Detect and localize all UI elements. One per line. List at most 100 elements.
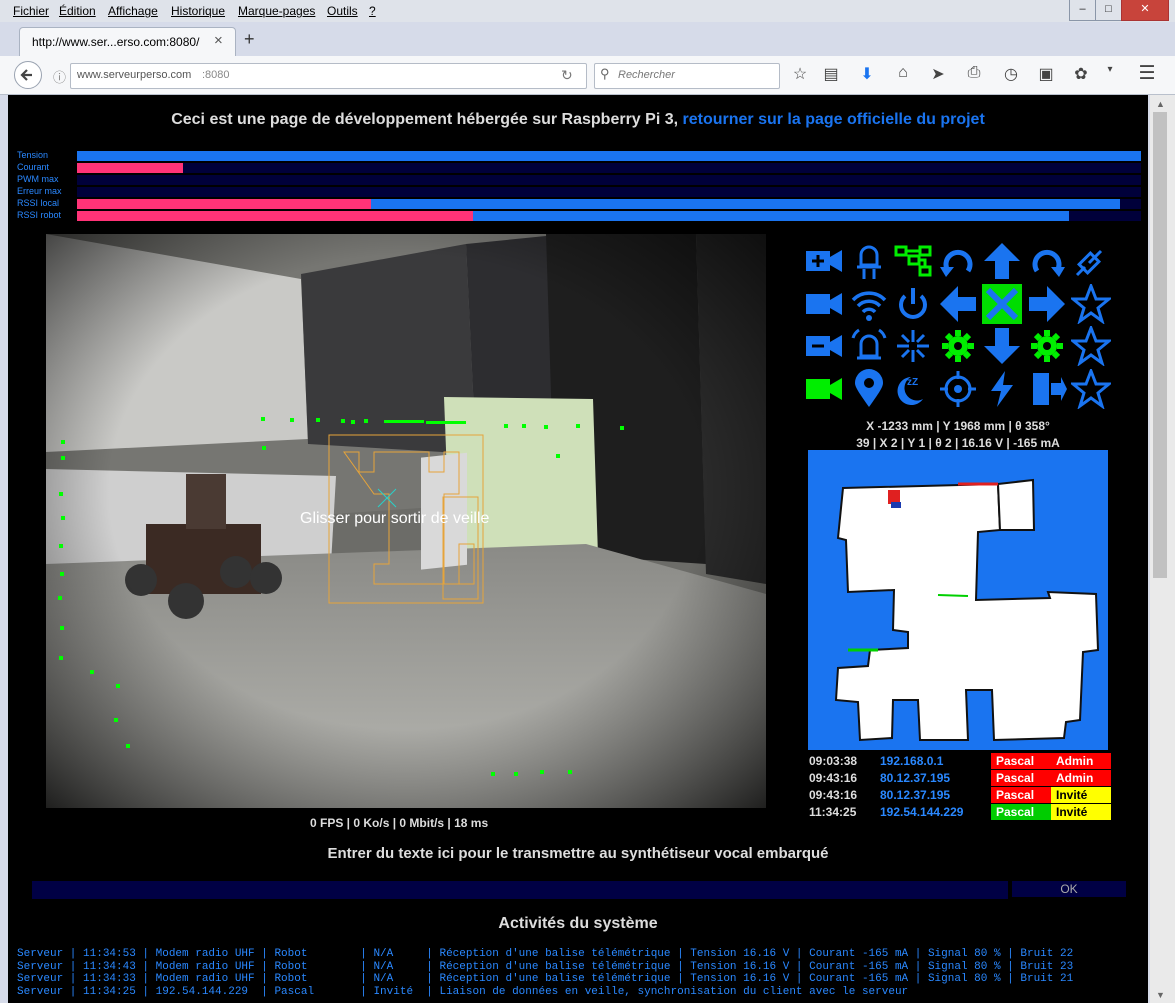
home-icon[interactable]: ⌂ xyxy=(892,64,914,82)
menu-edition[interactable]: Édition xyxy=(59,4,96,18)
page-content: Ceci est une page de développement héber… xyxy=(8,95,1148,1003)
bar-track xyxy=(77,163,1141,173)
alarm-icon[interactable] xyxy=(849,326,889,366)
scroll-down-icon[interactable]: ▼ xyxy=(1156,990,1165,1000)
session-ip: 80.12.37.195 xyxy=(880,788,951,802)
overflow-chevron-icon[interactable]: ▾ xyxy=(1099,64,1121,75)
session-user: Pascal xyxy=(991,753,1051,769)
rotate-left-icon[interactable] xyxy=(938,241,978,281)
pose-line: X -1233 mm | Y 1968 mm | θ 358° xyxy=(866,419,1050,433)
new-tab-button[interactable]: + xyxy=(244,29,255,50)
arrow-up-icon[interactable] xyxy=(982,241,1022,281)
session-user: Pascal xyxy=(991,787,1051,803)
menu-help[interactable]: ? xyxy=(369,4,376,18)
maximize-button[interactable]: □ xyxy=(1095,0,1122,21)
activity-title: Activités du système xyxy=(498,915,658,932)
reload-icon[interactable]: ↻ xyxy=(561,67,573,84)
status-line: 39 | X 2 | Y 1 | θ 2 | 16.16 V | -165 mA xyxy=(856,436,1060,450)
sleep-icon[interactable]: zZ xyxy=(893,369,933,409)
video-overlay-text: Glisser pour sortir de veille xyxy=(300,510,490,527)
exit-icon[interactable] xyxy=(1027,369,1067,409)
log-line: Serveur | 11:34:53 | Modem radio UHF | R… xyxy=(17,948,1074,960)
bar-track xyxy=(77,199,1141,209)
power-icon[interactable] xyxy=(893,284,933,324)
session-role: Invité xyxy=(1051,804,1111,820)
header-text: Ceci est une page de développement héber… xyxy=(171,111,679,128)
bar-label-pwm-max: PWM max xyxy=(17,174,59,184)
video-icon[interactable] xyxy=(804,284,844,324)
session-time: 11:34:25 xyxy=(809,805,857,819)
send-icon[interactable]: ➤ xyxy=(927,64,949,84)
bar-fill-pink xyxy=(77,163,184,173)
video-stats-text: 0 FPS | 0 Ko/s | 0 Mbit/s | 18 ms xyxy=(310,816,489,830)
target-icon[interactable] xyxy=(938,369,978,409)
stop-icon[interactable] xyxy=(982,283,1022,324)
bar-label-rssi-robot: RSSI robot xyxy=(17,210,62,220)
video-feed[interactable]: Glisser pour sortir de veille xyxy=(46,234,766,808)
circuit-icon[interactable] xyxy=(893,241,933,281)
reading-list-icon[interactable]: ▤ xyxy=(820,64,842,84)
video-plus-icon[interactable] xyxy=(804,241,844,281)
video-green-icon[interactable] xyxy=(804,369,844,409)
tab-title: http://www.ser...erso.com:8080/ xyxy=(32,35,200,49)
history-icon[interactable]: ◷ xyxy=(1000,64,1022,84)
arrow-left-icon[interactable] xyxy=(938,284,978,324)
minimize-button[interactable]: – xyxy=(1069,0,1096,21)
scrollbar-thumb[interactable] xyxy=(1153,112,1167,578)
search-placeholder: Rechercher xyxy=(618,69,675,81)
bookmark-star-icon[interactable]: ☆ xyxy=(789,64,811,84)
official-page-link[interactable]: retourner sur la page officielle du proj… xyxy=(683,111,985,128)
bolt-icon[interactable] xyxy=(982,369,1022,409)
rotate-right-icon[interactable] xyxy=(1027,241,1067,281)
wifi-icon[interactable] xyxy=(849,284,889,324)
gear-icon[interactable] xyxy=(938,326,978,366)
tab-close-icon[interactable]: × xyxy=(214,32,223,49)
map-pin-icon[interactable] xyxy=(849,368,889,409)
log-line: Serveur | 11:34:33 | Modem radio UHF | R… xyxy=(17,973,1074,985)
star-icon[interactable] xyxy=(1068,323,1114,367)
ok-button[interactable]: OK xyxy=(1012,881,1126,897)
url-bar[interactable]: ⓘ www.serveurperso.com :8080 ↻ xyxy=(53,63,587,89)
log-line: Serveur | 11:34:25 | 192.54.144.229 | Pa… xyxy=(17,985,909,998)
video-minus-icon[interactable] xyxy=(804,326,844,366)
search-box[interactable]: ⚲ Rechercher xyxy=(594,63,780,89)
bar-fill-pink xyxy=(77,199,371,209)
led-icon[interactable] xyxy=(849,241,889,281)
page-header: Ceci est une page de développement héber… xyxy=(8,111,1148,129)
pose-readout: X -1233 mm | Y 1968 mm | θ 358° xyxy=(808,417,1108,435)
session-role: Admin xyxy=(1051,770,1111,786)
screenshot-icon[interactable]: ▣ xyxy=(1035,64,1057,84)
print-icon[interactable]: ⎙ xyxy=(963,64,985,82)
robot-map[interactable] xyxy=(808,450,1108,750)
bar-label-courant: Courant xyxy=(17,162,50,172)
menu-marque-pages[interactable]: Marque-pages xyxy=(238,4,315,18)
menu-fichier[interactable]: Fichier xyxy=(13,4,49,18)
bar-label-rssi-local: RSSI local xyxy=(17,198,60,208)
menu-outils[interactable]: Outils xyxy=(327,4,358,18)
bar-track xyxy=(77,151,1141,161)
close-window-button[interactable]: ✕ xyxy=(1121,0,1169,21)
download-icon[interactable]: ⬇ xyxy=(856,64,878,84)
browser-tab[interactable]: http://www.ser...erso.com:8080/ × xyxy=(19,27,236,57)
arrow-right-icon[interactable] xyxy=(1027,284,1067,324)
session-role: Admin xyxy=(1051,753,1111,769)
session-ip: 192.54.144.229 xyxy=(880,805,964,819)
star-icon[interactable] xyxy=(1068,366,1114,410)
back-arrow-icon xyxy=(20,69,32,81)
menu-historique[interactable]: Historique xyxy=(171,4,225,18)
info-icon[interactable]: ⓘ xyxy=(53,67,66,86)
plug-icon[interactable] xyxy=(1071,241,1111,281)
arrow-down-icon[interactable] xyxy=(982,326,1022,366)
bar-track xyxy=(77,175,1141,185)
gear-icon[interactable] xyxy=(1027,326,1067,366)
extension-icon[interactable]: ✿ xyxy=(1070,64,1092,84)
menu-affichage[interactable]: Affichage xyxy=(108,4,158,18)
occupancy-map-image xyxy=(834,478,1100,742)
back-button[interactable] xyxy=(14,61,42,89)
hamburger-menu-icon[interactable]: ☰ xyxy=(1136,62,1158,85)
star-icon[interactable] xyxy=(1068,281,1114,325)
session-user: Pascal xyxy=(991,804,1051,820)
tts-input[interactable] xyxy=(32,881,1008,899)
scroll-up-icon[interactable]: ▲ xyxy=(1156,99,1165,109)
spark-icon[interactable] xyxy=(893,326,933,366)
